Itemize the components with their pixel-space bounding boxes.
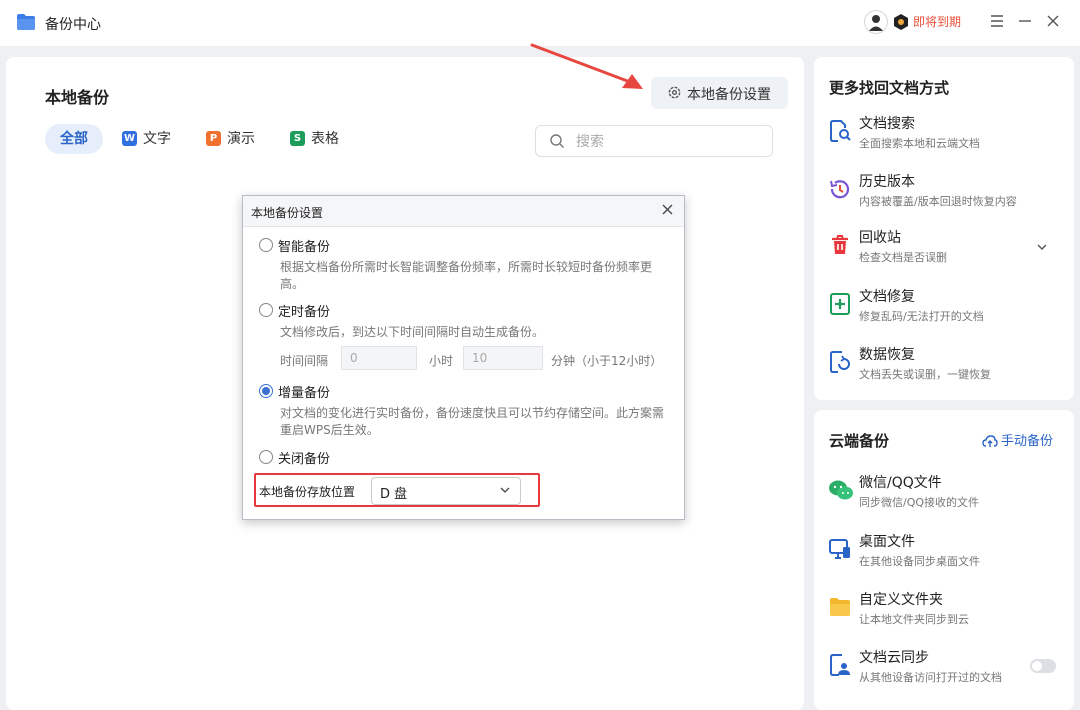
recycle-bin-title: 回收站	[859, 230, 901, 246]
interval-minutes-input[interactable]	[463, 346, 543, 370]
manual-backup-label: 手动备份	[1001, 434, 1054, 449]
scheduled-backup-label: 定时备份	[278, 305, 331, 320]
chevron-down-icon[interactable]	[1036, 241, 1048, 253]
custom-folder-item[interactable]: 自定义文件夹 让本地文件夹同步到云	[814, 589, 1074, 641]
interval-label: 时间间隔	[280, 354, 329, 368]
avatar[interactable]	[864, 10, 888, 34]
spreadsheet-icon: S	[290, 130, 305, 146]
tab-presentation[interactable]: P 演示	[206, 124, 255, 154]
highlight-box	[254, 473, 540, 507]
radio-incremental-backup[interactable]	[259, 384, 273, 398]
wechat-qq-files-title: 微信/QQ文件	[859, 475, 942, 491]
search-icon	[550, 134, 564, 148]
desktop-files-title: 桌面文件	[859, 534, 915, 550]
cloud-sync-toggle[interactable]	[1030, 659, 1056, 673]
incremental-backup-desc: 对文档的变化进行实时备份，备份速度快且可以节约存储空间。此方案需重启WPS后生效…	[280, 406, 665, 437]
desktop-icon	[829, 539, 850, 559]
doc-repair-item[interactable]: 文档修复 修复乱码/无法打开的文档	[814, 286, 1074, 338]
doc-cloud-sync-desc: 从其他设备访问打开过的文档	[859, 671, 1002, 684]
hours-unit: 小时	[429, 354, 454, 368]
gear-icon	[668, 86, 681, 99]
wechat-qq-files-desc: 同步微信/QQ接收的文件	[859, 496, 980, 509]
doc-repair-title: 文档修复	[859, 289, 915, 305]
cloud-upload-icon	[982, 434, 998, 447]
radio-scheduled-backup[interactable]	[259, 303, 273, 317]
scheduled-backup-desc: 文档修改后，到达以下时间间隔时自动生成备份。	[280, 325, 545, 339]
dialog-close-button[interactable]	[658, 202, 676, 220]
tab-presentation-label: 演示	[227, 131, 255, 147]
doc-search-item[interactable]: 文档搜索 全面搜索本地和云端文档	[814, 113, 1074, 165]
trash-icon	[832, 235, 848, 254]
more-recovery-title: 更多找回文档方式	[829, 79, 950, 97]
writer-icon: W	[122, 130, 137, 146]
desktop-files-item[interactable]: 桌面文件 在其他设备同步桌面文件	[814, 531, 1074, 583]
folder-icon	[830, 598, 850, 616]
pointer-arrow-icon	[530, 43, 643, 89]
minimize-icon	[1019, 20, 1031, 22]
history-version-desc: 内容被覆盖/版本回退时恢复内容	[859, 195, 1017, 208]
dialog-header: 本地备份设置	[243, 196, 684, 227]
minutes-unit: 分钟（小于12小时）	[551, 354, 663, 368]
data-recovery-desc: 文档丢失或误删，一键恢复	[859, 368, 991, 381]
tab-all-label: 全部	[60, 131, 88, 147]
custom-folder-desc: 让本地文件夹同步到云	[859, 613, 969, 626]
close-window-button[interactable]	[1041, 10, 1065, 34]
history-version-item[interactable]: 历史版本 内容被覆盖/版本回退时恢复内容	[814, 171, 1074, 223]
settings-button-label: 本地备份设置	[687, 87, 771, 103]
radio-smart-backup[interactable]	[259, 238, 273, 252]
wechat-icon	[829, 480, 853, 500]
cloud-backup-panel: 云端备份 手动备份 微信/QQ文件 同步微信/QQ接收的文件 桌面文件 在其他设…	[814, 410, 1074, 710]
dialog-title: 本地备份设置	[251, 206, 324, 220]
radio-disable-backup[interactable]	[259, 450, 273, 464]
local-backup-settings-button[interactable]: 本地备份设置	[651, 77, 788, 109]
cloud-backup-title: 云端备份	[829, 432, 890, 450]
minimize-button[interactable]	[1013, 10, 1037, 34]
tab-writer-label: 文字	[143, 131, 171, 147]
history-version-title: 历史版本	[859, 174, 915, 190]
disable-backup-label: 关闭备份	[278, 452, 331, 467]
tab-all[interactable]: 全部	[45, 124, 103, 154]
user-avatar-icon	[869, 15, 883, 31]
document-repair-icon	[830, 293, 850, 315]
wechat-qq-files-item[interactable]: 微信/QQ文件 同步微信/QQ接收的文件	[814, 472, 1074, 524]
interval-hours-input[interactable]	[341, 346, 417, 370]
presentation-icon: P	[206, 130, 221, 146]
close-icon	[1047, 15, 1059, 27]
custom-folder-title: 自定义文件夹	[859, 592, 943, 608]
smart-backup-desc: 根据文档备份所需时长智能调整备份频率，所需时长较短时备份频率更高。	[280, 260, 653, 291]
data-recovery-item[interactable]: 数据恢复 文档丢失或误删，一键恢复	[814, 344, 1074, 396]
doc-cloud-sync-title: 文档云同步	[859, 650, 929, 666]
tab-writer[interactable]: W 文字	[122, 124, 171, 154]
smart-backup-label: 智能备份	[278, 240, 331, 255]
manual-backup-link[interactable]: 手动备份	[982, 430, 1053, 449]
backup-settings-dialog: 本地备份设置 智能备份 根据文档备份所需时长智能调整备份频率，所需时长较短时备份…	[242, 195, 685, 520]
hamburger-menu-icon	[991, 15, 1003, 27]
tab-spreadsheet[interactable]: S 表格	[290, 124, 339, 154]
recycle-bin-desc: 检查文档是否误删	[859, 251, 947, 264]
recycle-bin-item[interactable]: 回收站 检查文档是否误删	[814, 227, 1074, 279]
title-bar: 备份中心 即将到期	[0, 0, 1080, 46]
doc-cloud-sync-item[interactable]: 文档云同步 从其他设备访问打开过的文档	[814, 647, 1074, 699]
document-sync-icon	[830, 654, 850, 676]
search-box	[535, 125, 773, 157]
close-icon	[662, 204, 672, 215]
data-recovery-title: 数据恢复	[859, 347, 915, 363]
folder-cloud-icon	[17, 14, 35, 30]
incremental-backup-label: 增量备份	[278, 386, 331, 401]
tab-spreadsheet-label: 表格	[311, 131, 339, 147]
desktop-files-desc: 在其他设备同步桌面文件	[859, 555, 980, 568]
doc-search-desc: 全面搜索本地和云端文档	[859, 137, 980, 150]
document-search-icon	[830, 120, 851, 142]
doc-search-title: 文档搜索	[859, 116, 915, 132]
more-recovery-panel: 更多找回文档方式 文档搜索 全面搜索本地和云端文档 历史版本 内容被覆盖/版本回…	[814, 57, 1074, 400]
expire-status-text[interactable]: 即将到期	[913, 13, 961, 30]
history-icon	[830, 180, 850, 199]
page-title: 本地备份	[45, 88, 110, 107]
vip-badge-icon	[894, 14, 908, 30]
data-recovery-icon	[830, 351, 850, 373]
doc-repair-desc: 修复乱码/无法打开的文档	[859, 310, 984, 323]
menu-button[interactable]	[985, 10, 1009, 34]
app-title: 备份中心	[45, 17, 101, 33]
search-input[interactable]	[574, 131, 758, 153]
